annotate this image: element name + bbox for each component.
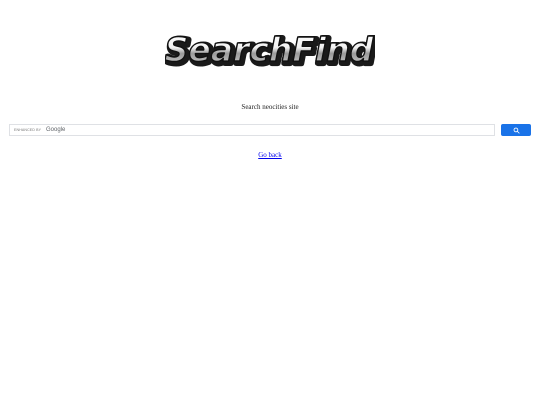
searchfind-logo: SearchFind SearchFind (165, 29, 375, 72)
search-icon (513, 127, 520, 134)
go-back-link[interactable]: Go back (258, 151, 282, 159)
page-subtitle: Search neocities site (241, 103, 299, 111)
search-input[interactable] (72, 125, 492, 135)
search-box[interactable]: ENHANCED BY Google (9, 124, 495, 136)
enhanced-by-label: ENHANCED BY (14, 128, 42, 132)
google-search-bar: ENHANCED BY Google (9, 124, 531, 137)
go-back-container: Go back (0, 151, 540, 159)
site-logo: SearchFind SearchFind (0, 28, 540, 72)
search-button[interactable] (501, 124, 531, 136)
logo-text: SearchFind (165, 30, 374, 69)
google-label: Google (46, 127, 66, 133)
